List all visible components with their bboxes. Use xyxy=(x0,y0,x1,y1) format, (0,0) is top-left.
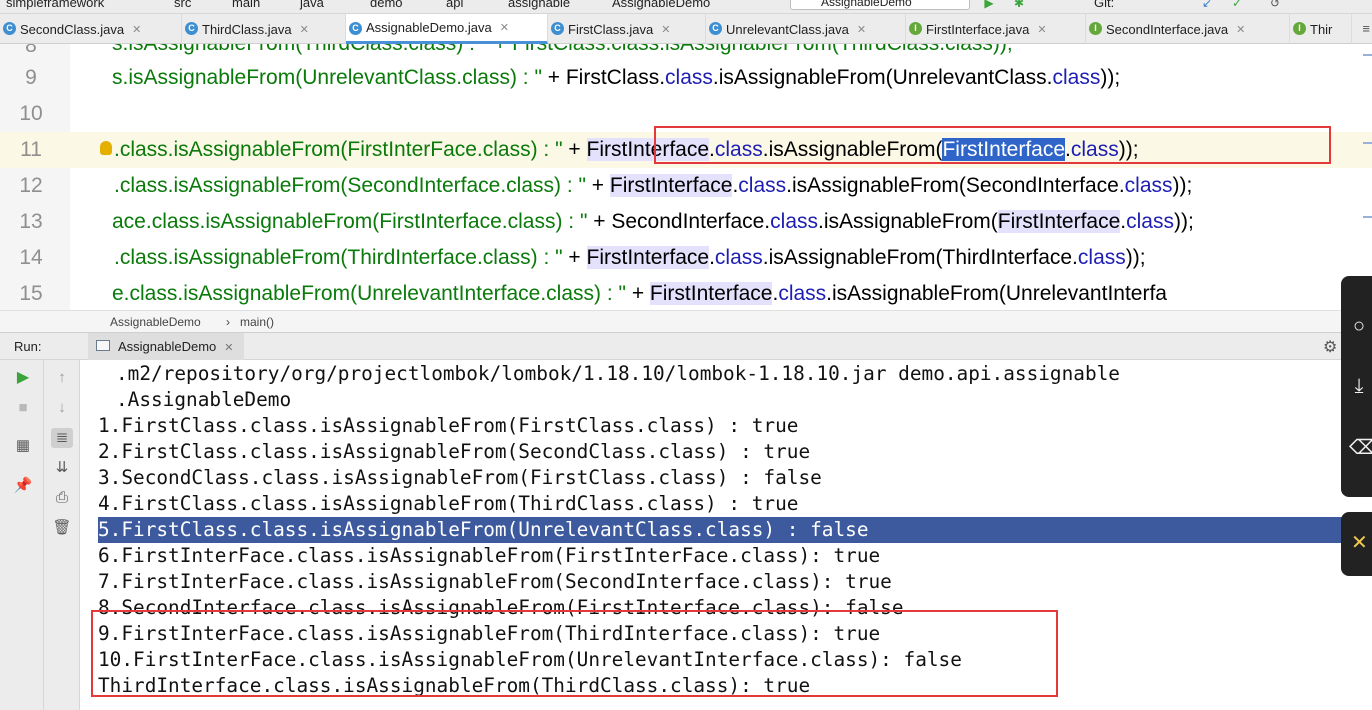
git-label: Git: xyxy=(1094,0,1115,10)
console-line: 2.FirstClass.class.isAssignableFrom(Seco… xyxy=(98,440,811,463)
floating-tool-panel: ○ ⤓ ⌫ xyxy=(1341,276,1372,497)
tab-secondinterface[interactable]: I SecondInterface.java ✕ xyxy=(1086,14,1290,44)
delete-icon[interactable]: ⌫ xyxy=(1349,436,1372,460)
interface-icon: I xyxy=(1293,22,1306,35)
stop-icon[interactable]: ■ xyxy=(12,398,34,418)
close-icon[interactable]: ✕ xyxy=(300,23,309,36)
tab-firstinterface[interactable]: I FirstInterface.java ✕ xyxy=(906,14,1086,44)
line-number: 13 xyxy=(19,210,43,233)
run-icon[interactable]: ▶ xyxy=(982,0,996,9)
print-icon[interactable]: ⎙ xyxy=(51,488,73,508)
main-toolbar: simpleframework src main java demo api a… xyxy=(0,0,1372,14)
close-icon[interactable]: ✕ xyxy=(1037,23,1046,36)
annotation-box xyxy=(91,610,1058,697)
update-icon[interactable]: ↙ xyxy=(1200,0,1214,9)
scroll-marker xyxy=(1363,54,1372,56)
code-line-12: .class.isAssignableFrom(SecondInterface.… xyxy=(114,174,1193,197)
pin-icon[interactable]: 📌 xyxy=(12,476,34,496)
down-arrow-icon[interactable]: ↓ xyxy=(51,398,73,418)
run-toolbar-right: ↑ ↓ ≣ ⇊ ⎙ 🗑 xyxy=(44,360,80,710)
scroll-to-end-icon[interactable]: ⇊ xyxy=(51,458,73,478)
class-icon: C xyxy=(185,22,198,35)
scroll-marker xyxy=(1363,142,1372,144)
close-icon[interactable]: ✕ xyxy=(1236,23,1245,36)
close-icon[interactable]: ✕ xyxy=(224,342,233,354)
layout-icon[interactable]: ▦ xyxy=(12,436,34,456)
breadcrumb-class[interactable]: AssignableDemo xyxy=(612,0,710,10)
interface-icon: I xyxy=(909,22,922,35)
console-line: .m2/repository/org/projectlombok/lombok/… xyxy=(116,362,1120,385)
class-icon: C xyxy=(709,22,722,35)
console-line-selected[interactable]: 5.FirstClass.class.isAssignableFrom(Unre… xyxy=(98,517,1342,543)
class-icon: C xyxy=(349,22,362,35)
console-line: 3.SecondClass.class.isAssignableFrom(Fir… xyxy=(98,466,822,489)
code-line-9: s.isAssignableFrom(UnrelevantClass.class… xyxy=(112,66,1121,89)
close-icon[interactable]: ✕ xyxy=(661,23,670,36)
code-breadcrumb: AssignableDemo › main() xyxy=(0,310,1372,332)
console-icon xyxy=(96,340,110,351)
line-number: 15 xyxy=(19,282,43,305)
code-line-15: e.class.isAssignableFrom(UnrelevantInter… xyxy=(112,282,1167,305)
line-number: 14 xyxy=(19,246,43,269)
history-icon[interactable]: ↺ xyxy=(1268,0,1282,9)
close-icon[interactable]: ✕ xyxy=(1351,530,1368,555)
bulb-icon[interactable] xyxy=(100,141,112,155)
floating-tool-panel-2: ✕ xyxy=(1341,512,1372,576)
run-label: Run: xyxy=(14,339,42,354)
breadcrumb-src[interactable]: src xyxy=(174,0,191,10)
rerun-icon[interactable]: ▶ xyxy=(12,368,34,388)
run-panel-header: Run: AssignableDemo ✕ ⚙ xyxy=(0,332,1372,360)
breadcrumb-file[interactable]: AssignableDemo xyxy=(110,315,201,329)
breadcrumb-method[interactable]: main() xyxy=(240,315,274,329)
tab-assignabledemo[interactable]: C AssignableDemo.java ✕ xyxy=(346,14,548,44)
code-line-13: ace.class.isAssignableFrom(FirstInterfac… xyxy=(112,210,1194,233)
scroll-marker xyxy=(1363,216,1372,218)
line-number: 10 xyxy=(19,102,43,125)
tab-firstclass[interactable]: C FirstClass.java ✕ xyxy=(548,14,706,44)
run-config-select[interactable]: AssignableDemo xyxy=(790,0,970,10)
annotation-box xyxy=(654,126,1331,164)
console-line: .AssignableDemo xyxy=(116,388,292,411)
run-toolbar-left: ▶ ■ ▦ 📌 xyxy=(0,360,44,710)
trash-icon[interactable]: 🗑 xyxy=(51,518,73,538)
interface-icon: I xyxy=(1089,22,1102,35)
console-line: 6.FirstInterFace.class.isAssignableFrom(… xyxy=(98,544,881,567)
breadcrumb-separator: › xyxy=(226,315,230,329)
class-icon: C xyxy=(551,22,564,35)
breadcrumb-demo[interactable]: demo xyxy=(370,0,403,10)
soft-wrap-icon[interactable]: ≣ xyxy=(51,428,73,448)
up-arrow-icon[interactable]: ↑ xyxy=(51,368,73,388)
tab-unrelevantclass[interactable]: C UnrelevantClass.java ✕ xyxy=(706,14,906,44)
tab-thirdinterface[interactable]: I Thir xyxy=(1290,14,1352,44)
breadcrumb-api[interactable]: api xyxy=(446,0,463,10)
code-line-14: .class.isAssignableFrom(ThirdInterface.c… xyxy=(114,246,1146,269)
commit-icon[interactable]: ✓ xyxy=(1230,0,1244,9)
editor-tabs: C SecondClass.java ✕ C ThirdClass.java ✕ C As… xyxy=(0,14,1372,44)
line-number: 12 xyxy=(19,174,43,197)
gear-icon[interactable]: ⚙ xyxy=(1323,337,1337,357)
code-editor[interactable]: 8 9 10 11 12 13 14 15 s.isAssignableFrom… xyxy=(0,44,1372,310)
close-icon[interactable]: ✕ xyxy=(132,23,141,36)
console-line: 1.FirstClass.class.isAssignableFrom(Firs… xyxy=(98,414,799,437)
breadcrumb-project[interactable]: simpleframework xyxy=(6,0,104,10)
breadcrumb-main[interactable]: main xyxy=(232,0,260,10)
console-line: 7.FirstInterFace.class.isAssignableFrom(… xyxy=(98,570,892,593)
tab-secondclass[interactable]: C SecondClass.java ✕ xyxy=(0,14,182,44)
debug-icon[interactable]: ✱ xyxy=(1012,0,1026,9)
close-icon[interactable]: ✕ xyxy=(857,23,866,36)
breadcrumb-java[interactable]: java xyxy=(300,0,324,10)
circle-icon[interactable]: ○ xyxy=(1349,314,1369,338)
tab-thirdclass[interactable]: C ThirdClass.java ✕ xyxy=(182,14,346,44)
tab-overflow-icon[interactable]: ≡ xyxy=(1362,21,1370,36)
line-number: 11 xyxy=(20,138,42,161)
close-icon[interactable]: ✕ xyxy=(500,21,509,34)
run-tab-assignabledemo[interactable]: AssignableDemo ✕ xyxy=(88,333,244,360)
line-number: 9 xyxy=(25,66,37,89)
console-line: 4.FirstClass.class.isAssignableFrom(Thir… xyxy=(98,492,799,515)
download-icon[interactable]: ⤓ xyxy=(1349,374,1369,398)
breadcrumb-assignable[interactable]: assignable xyxy=(508,0,570,10)
class-icon: C xyxy=(3,22,16,35)
